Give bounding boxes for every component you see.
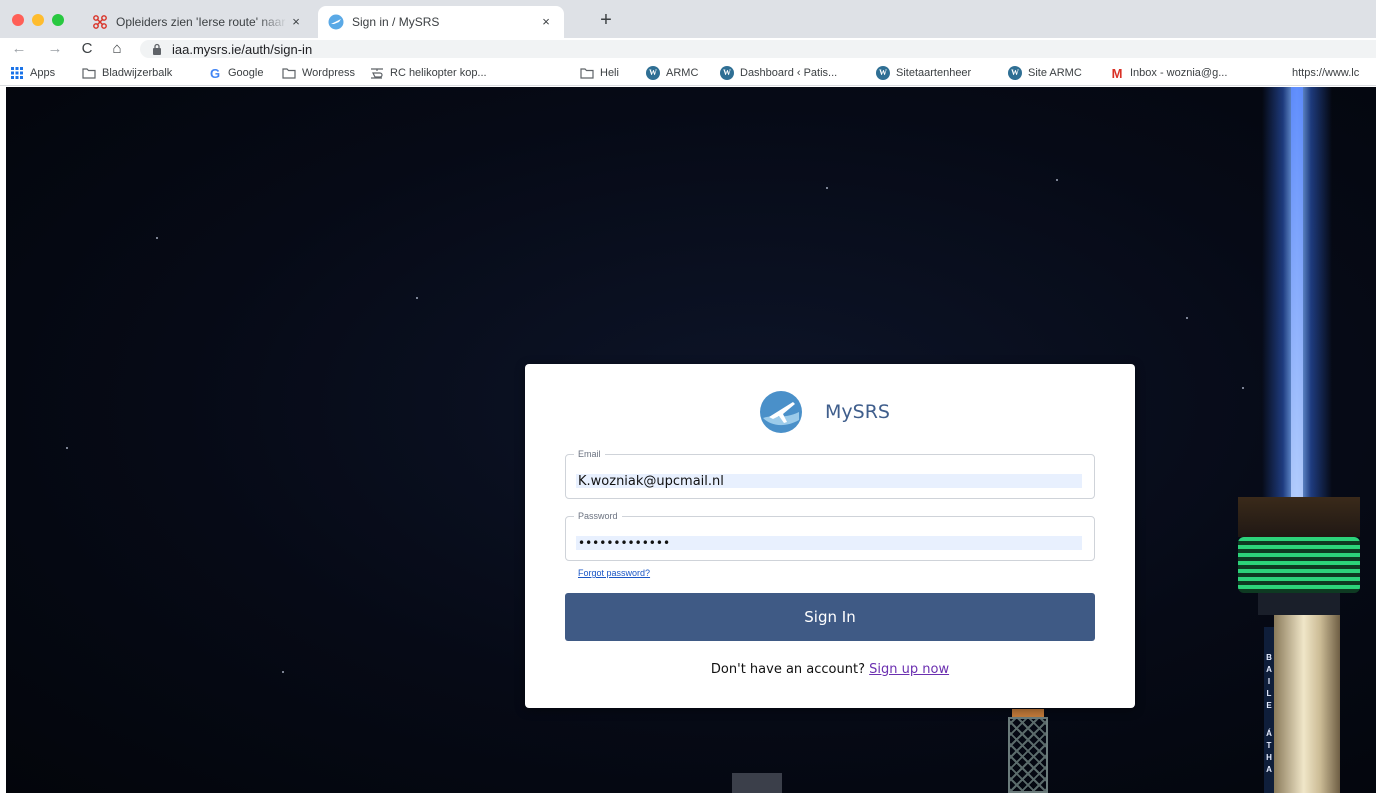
email-label: Email — [574, 449, 605, 459]
bookmark-label: Apps — [30, 67, 56, 79]
lock-icon — [153, 43, 161, 55]
tab-close-button[interactable]: × — [288, 14, 304, 30]
tower-sign-letter: H — [1266, 753, 1272, 762]
star — [416, 297, 418, 299]
folder-icon — [82, 66, 96, 80]
window-minimize-button[interactable] — [32, 14, 44, 26]
tower-sign-letter: A — [1266, 665, 1272, 674]
crane — [1008, 717, 1048, 793]
bookmarks-bar: Apps Bladwijzerbalk G Google Wordpress R… — [0, 60, 1376, 86]
control-tower-cab — [1258, 593, 1340, 615]
new-tab-button[interactable]: + — [596, 10, 616, 30]
bookmark-google[interactable]: G Google — [208, 64, 264, 82]
drone-icon — [92, 14, 108, 30]
tower-sign-letter: A — [1266, 765, 1272, 774]
google-icon: G — [209, 65, 221, 81]
forward-button[interactable]: → — [46, 40, 64, 58]
star — [1056, 179, 1058, 181]
folder-icon — [580, 66, 594, 80]
bookmark-apps[interactable]: Apps — [10, 64, 55, 82]
tower-sign-letter: T — [1266, 741, 1272, 750]
email-field[interactable]: Email — [565, 449, 1095, 499]
bookmark-label: Bladwijzerbalk — [102, 67, 173, 79]
bookmark-label: Sitetaartenheer — [896, 67, 972, 79]
window-zoom-button[interactable] — [52, 14, 64, 26]
password-field[interactable]: Password — [565, 511, 1095, 561]
window-close-button[interactable] — [12, 14, 24, 26]
password-input[interactable] — [576, 536, 1082, 550]
tab-title: Sign in / MySRS — [352, 15, 440, 29]
bookmark-label: Dashboard ‹ Patis... — [740, 67, 838, 79]
signin-card: MySRS Email Password Forgot password? Si… — [525, 364, 1135, 708]
star — [66, 447, 68, 449]
tower-sign-letter: I — [1267, 677, 1271, 686]
wordpress-icon: W — [646, 66, 660, 80]
browser-tab-strip: Opleiders zien 'Ierse route' naar × Sign… — [0, 0, 1376, 38]
wordpress-icon: W — [720, 66, 734, 80]
url-text: iaa.mysrs.ie/auth/sign-in — [172, 41, 313, 57]
bookmark-label: Google — [228, 67, 264, 79]
star — [1242, 387, 1244, 389]
bookmark-wordpress[interactable]: Wordpress — [282, 64, 355, 82]
apps-grid-icon — [10, 66, 24, 80]
tower-sign-letter: L — [1266, 689, 1272, 698]
folder-icon — [282, 66, 296, 80]
star — [1186, 317, 1188, 319]
star — [826, 187, 828, 189]
building — [732, 773, 782, 793]
browser-toolbar: ← → C ⌂ iaa.mysrs.ie/auth/sign-in — [0, 38, 1376, 60]
tower-sign-letter: Á — [1266, 729, 1272, 738]
crane-top — [1012, 709, 1044, 717]
star — [282, 671, 284, 673]
light-beam-core — [1291, 87, 1303, 517]
bookmark-label: Site ARMC — [1028, 67, 1082, 79]
sign-up-link[interactable]: Sign up now — [869, 662, 949, 677]
tab-sign-in[interactable]: Sign in / MySRS × — [318, 6, 564, 38]
bookmark-inbox[interactable]: M Inbox - woznia@g... — [1110, 64, 1228, 82]
home-button[interactable]: ⌂ — [108, 40, 126, 58]
bookmark-bladwijzerbalk[interactable]: Bladwijzerbalk — [82, 64, 172, 82]
tab-title: Opleiders zien 'Ierse route' naar — [116, 15, 286, 29]
tab-close-button[interactable]: × — [538, 14, 554, 30]
bookmark-url[interactable]: https://www.lc — [1292, 64, 1376, 82]
signup-row: Don't have an account? Sign up now — [525, 662, 1135, 677]
tab-opleiders[interactable]: Opleiders zien 'Ierse route' naar × — [82, 6, 314, 38]
tower-sign-letter: E — [1266, 701, 1272, 710]
control-tower-top — [1238, 497, 1360, 537]
bookmark-label: Heli — [600, 67, 619, 79]
brand-name: MySRS — [825, 401, 890, 423]
control-tower-shaft — [1274, 615, 1340, 793]
bookmark-armc[interactable]: W ARMC — [646, 64, 698, 82]
wordpress-icon: W — [1008, 66, 1022, 80]
bookmark-label: https://www.lc — [1292, 67, 1360, 79]
bookmark-label: RC helikopter kop... — [390, 67, 487, 79]
bookmark-site-armc[interactable]: W Site ARMC — [1008, 64, 1082, 82]
gmail-icon: M — [1111, 65, 1123, 81]
helicopter-icon — [370, 66, 384, 80]
bookmark-label: Inbox - woznia@g... — [1130, 67, 1228, 79]
mysrs-logo-icon — [760, 391, 802, 433]
signup-prompt: Don't have an account? — [710, 662, 865, 677]
tower-sign-letter: B — [1266, 653, 1272, 662]
bookmark-sitetaartenheer[interactable]: W Sitetaartenheer — [876, 64, 971, 82]
star — [156, 237, 158, 239]
back-button[interactable]: ← — [10, 40, 28, 58]
brand: MySRS — [759, 390, 890, 434]
bookmark-heli[interactable]: Heli — [580, 64, 619, 82]
bookmark-rc-helikopter[interactable]: RC helikopter kop... — [370, 64, 487, 82]
forgot-password-link[interactable]: Forgot password? — [578, 568, 650, 578]
wordpress-icon: W — [876, 66, 890, 80]
control-tower-lights — [1238, 537, 1360, 593]
sign-in-button[interactable]: Sign In — [565, 593, 1095, 641]
password-label: Password — [574, 511, 622, 521]
mysrs-plane-icon — [328, 14, 344, 30]
email-input[interactable] — [576, 474, 1082, 488]
bookmark-dashboard[interactable]: W Dashboard ‹ Patis... — [720, 64, 837, 82]
address-bar[interactable]: iaa.mysrs.ie/auth/sign-in — [140, 40, 1376, 58]
bookmark-label: ARMC — [666, 67, 699, 79]
reload-button[interactable]: C — [78, 40, 96, 58]
bookmark-label: Wordpress — [302, 67, 355, 79]
